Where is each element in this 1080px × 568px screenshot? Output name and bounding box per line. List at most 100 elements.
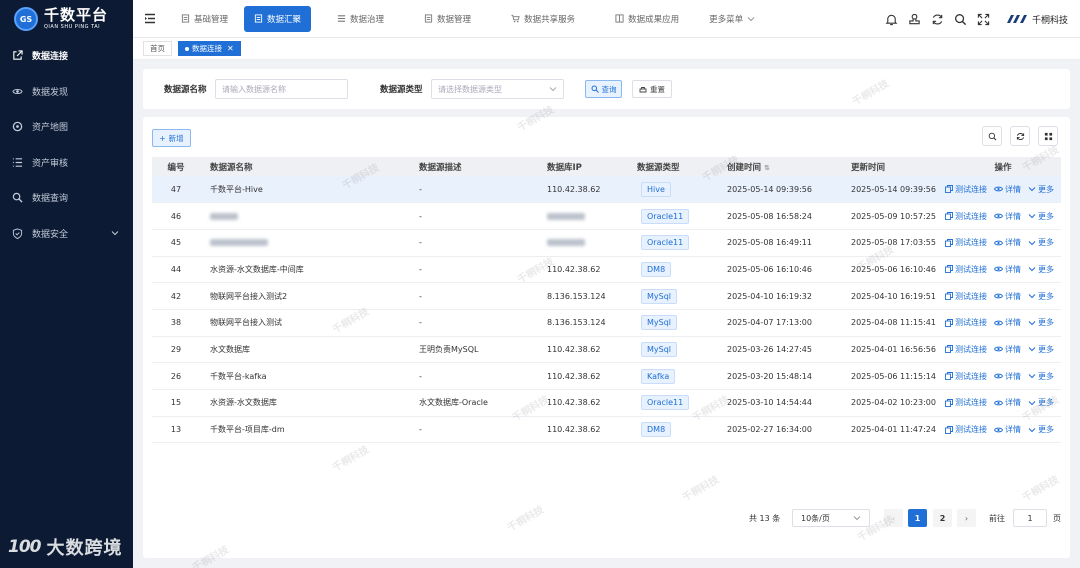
sidebar-item-asset-review[interactable]: 资产审核 bbox=[0, 145, 133, 181]
type-select[interactable]: 请选择数据源类型 bbox=[431, 79, 564, 99]
more-dropdown[interactable]: 更多 bbox=[1028, 211, 1054, 222]
topnav-data-results[interactable]: 数据成果应用 bbox=[605, 6, 689, 32]
detail-link[interactable]: 详情 bbox=[994, 344, 1021, 355]
table-row[interactable]: 46 - Oracle11 2025-05-08 16:58:24 2025-05-09… bbox=[152, 202, 1061, 230]
table-row[interactable]: 38 物联网平台接入测试 -8.136.153.124 MySql 2025-04-07… bbox=[152, 309, 1061, 337]
close-icon[interactable]: ✕ bbox=[227, 44, 234, 53]
bell-icon[interactable] bbox=[885, 13, 898, 26]
cell-desc: - bbox=[415, 256, 543, 284]
table-row[interactable]: 45 - Oracle11 2025-05-08 16:49:11 2025-05-08… bbox=[152, 229, 1061, 257]
copy-icon bbox=[945, 318, 953, 327]
sidebar-item-data-query[interactable]: 数据查询 bbox=[0, 180, 133, 216]
table-row[interactable]: 26 千数平台-kafka -110.42.38.62 Kafka 2025-03-20… bbox=[152, 362, 1061, 390]
more-dropdown[interactable]: 更多 bbox=[1028, 344, 1054, 355]
page-button-1[interactable]: 1 bbox=[908, 509, 927, 527]
detail-label: 详情 bbox=[1005, 238, 1021, 248]
topnav-data-aggregation[interactable]: 数据汇聚 bbox=[244, 5, 312, 32]
more-label: 更多 bbox=[1038, 291, 1054, 301]
search-toggle-button[interactable] bbox=[982, 126, 1002, 146]
test-connection-link[interactable]: 测试连接 bbox=[945, 291, 987, 302]
tab-home[interactable]: 首页 bbox=[143, 41, 172, 56]
name-search-input[interactable]: 请输入数据源名称 bbox=[215, 79, 348, 99]
more-dropdown[interactable]: 更多 bbox=[1028, 291, 1054, 302]
cell-created: 2025-04-10 16:19:32 bbox=[711, 282, 830, 310]
detail-link[interactable]: 详情 bbox=[994, 264, 1021, 275]
more-dropdown[interactable]: 更多 bbox=[1028, 397, 1054, 408]
detail-link[interactable]: 详情 bbox=[994, 184, 1021, 195]
search-icon[interactable] bbox=[954, 13, 967, 26]
topnav-data-governance[interactable]: 数据治理 bbox=[327, 6, 394, 32]
reset-button[interactable]: 重置 bbox=[632, 80, 672, 98]
col-header-created[interactable]: 创建时间 ⇅ bbox=[711, 157, 830, 176]
app-logo[interactable]: GS 千数平台 QIAN SHU PING TAI bbox=[0, 0, 133, 38]
more-dropdown[interactable]: 更多 bbox=[1028, 264, 1054, 275]
test-connection-link[interactable]: 测试连接 bbox=[945, 237, 987, 248]
more-dropdown[interactable]: 更多 bbox=[1028, 317, 1054, 328]
sidebar-item-data-security[interactable]: 数据安全 bbox=[0, 216, 133, 252]
tab-label: 首页 bbox=[150, 44, 165, 53]
test-connection-link[interactable]: 测试连接 bbox=[945, 317, 987, 328]
shield-icon bbox=[12, 228, 23, 239]
table-row[interactable]: 13 千数平台-项目库-dm -110.42.38.62 DM8 2025-02-27 … bbox=[152, 416, 1061, 444]
sort-icon[interactable]: ⇅ bbox=[764, 164, 770, 172]
next-page-button[interactable]: › bbox=[957, 509, 976, 527]
more-dropdown[interactable]: 更多 bbox=[1028, 424, 1054, 435]
refresh-icon[interactable] bbox=[931, 13, 944, 26]
chevron-down-icon bbox=[1028, 400, 1036, 406]
cell-name: 水文数据库 bbox=[200, 336, 415, 364]
more-dropdown[interactable]: 更多 bbox=[1028, 237, 1054, 248]
detail-link[interactable]: 详情 bbox=[994, 424, 1021, 435]
topnav-more-menu[interactable]: 更多菜单 bbox=[699, 6, 765, 32]
test-connection-link[interactable]: 测试连接 bbox=[945, 344, 987, 355]
company-name: 千桐科技 bbox=[1031, 15, 1068, 26]
sidebar-item-asset-map[interactable]: 资产地图 bbox=[0, 109, 133, 145]
test-connection-link[interactable]: 测试连接 bbox=[945, 424, 987, 435]
table-row[interactable]: 44 水资源-水文数据库-中间库 -110.42.38.62 DM8 2025-05-0… bbox=[152, 256, 1061, 284]
sidebar-item-data-connection[interactable]: 数据连接 bbox=[0, 38, 133, 74]
test-connection-link[interactable]: 测试连接 bbox=[945, 397, 987, 408]
table-row[interactable]: 15 水资源-水文数据库 水文数据库-Oracle 110.42.38.62 Oracl… bbox=[152, 389, 1061, 417]
topnav-data-management[interactable]: 数据管理 bbox=[414, 6, 481, 32]
test-connection-link[interactable]: 测试连接 bbox=[945, 264, 987, 275]
columns-button[interactable] bbox=[1038, 126, 1058, 146]
detail-link[interactable]: 详情 bbox=[994, 371, 1021, 382]
test-connection-link[interactable]: 测试连接 bbox=[945, 211, 987, 222]
topnav-basic-management[interactable]: 基础管理 bbox=[171, 6, 238, 32]
page-size-select[interactable]: 10条/页 bbox=[792, 509, 870, 527]
cell-id: 15 bbox=[152, 389, 200, 417]
stamp-icon[interactable] bbox=[908, 13, 921, 26]
cell-id: 45 bbox=[152, 229, 200, 257]
company-brand[interactable]: 千桐科技 bbox=[1006, 13, 1068, 26]
menu-collapse-button[interactable] bbox=[135, 13, 165, 24]
query-button[interactable]: 查询 bbox=[585, 80, 622, 98]
more-dropdown[interactable]: 更多 bbox=[1028, 184, 1054, 195]
detail-link[interactable]: 详情 bbox=[994, 237, 1021, 248]
topnav-data-sharing[interactable]: 数据共享服务 bbox=[501, 6, 585, 32]
type-tag: MySql bbox=[641, 315, 678, 331]
table-row[interactable]: 47 千数平台-Hive -110.42.38.62 Hive 2025-05-14 0… bbox=[152, 176, 1061, 204]
table-row[interactable]: 42 物联网平台接入测试2-8.136.153.124 MySql 2025-04-1… bbox=[152, 282, 1061, 310]
eye-icon bbox=[994, 427, 1003, 432]
goto-page-input[interactable]: 1 bbox=[1013, 509, 1047, 527]
table-row[interactable]: 29 水文数据库 王明负责MySQL 110.42.38.62 MySql 2025-03… bbox=[152, 336, 1061, 364]
page-button-2[interactable]: 2 bbox=[933, 509, 952, 527]
refresh-button[interactable] bbox=[1010, 126, 1030, 146]
detail-link[interactable]: 详情 bbox=[994, 291, 1021, 302]
sidebar-item-data-discovery[interactable]: 数据发现 bbox=[0, 74, 133, 110]
prev-page-button[interactable]: ‹ bbox=[884, 509, 903, 527]
detail-link[interactable]: 详情 bbox=[994, 211, 1021, 222]
test-connection-link[interactable]: 测试连接 bbox=[945, 371, 987, 382]
fullscreen-icon[interactable] bbox=[977, 13, 990, 26]
cell-updated: 2025-04-01 11:47:24 bbox=[830, 416, 945, 444]
cell-created: 2025-05-06 16:10:46 bbox=[711, 256, 830, 284]
cell-name-redacted bbox=[200, 229, 415, 257]
test-connection-link[interactable]: 测试连接 bbox=[945, 184, 987, 195]
table-header-row: 编号 数据源名称 数据源描述 数据库IP 数据源类型 创建时间 ⇅ 更新时间 操… bbox=[152, 157, 1061, 176]
tab-data-connection[interactable]: 数据连接 ✕ bbox=[178, 41, 241, 56]
detail-link[interactable]: 详情 bbox=[994, 397, 1021, 408]
add-button[interactable]: + 新增 bbox=[152, 129, 191, 147]
detail-link[interactable]: 详情 bbox=[994, 317, 1021, 328]
hamburger-icon bbox=[145, 13, 155, 24]
topnav-label: 基础管理 bbox=[194, 14, 229, 25]
more-dropdown[interactable]: 更多 bbox=[1028, 371, 1054, 382]
